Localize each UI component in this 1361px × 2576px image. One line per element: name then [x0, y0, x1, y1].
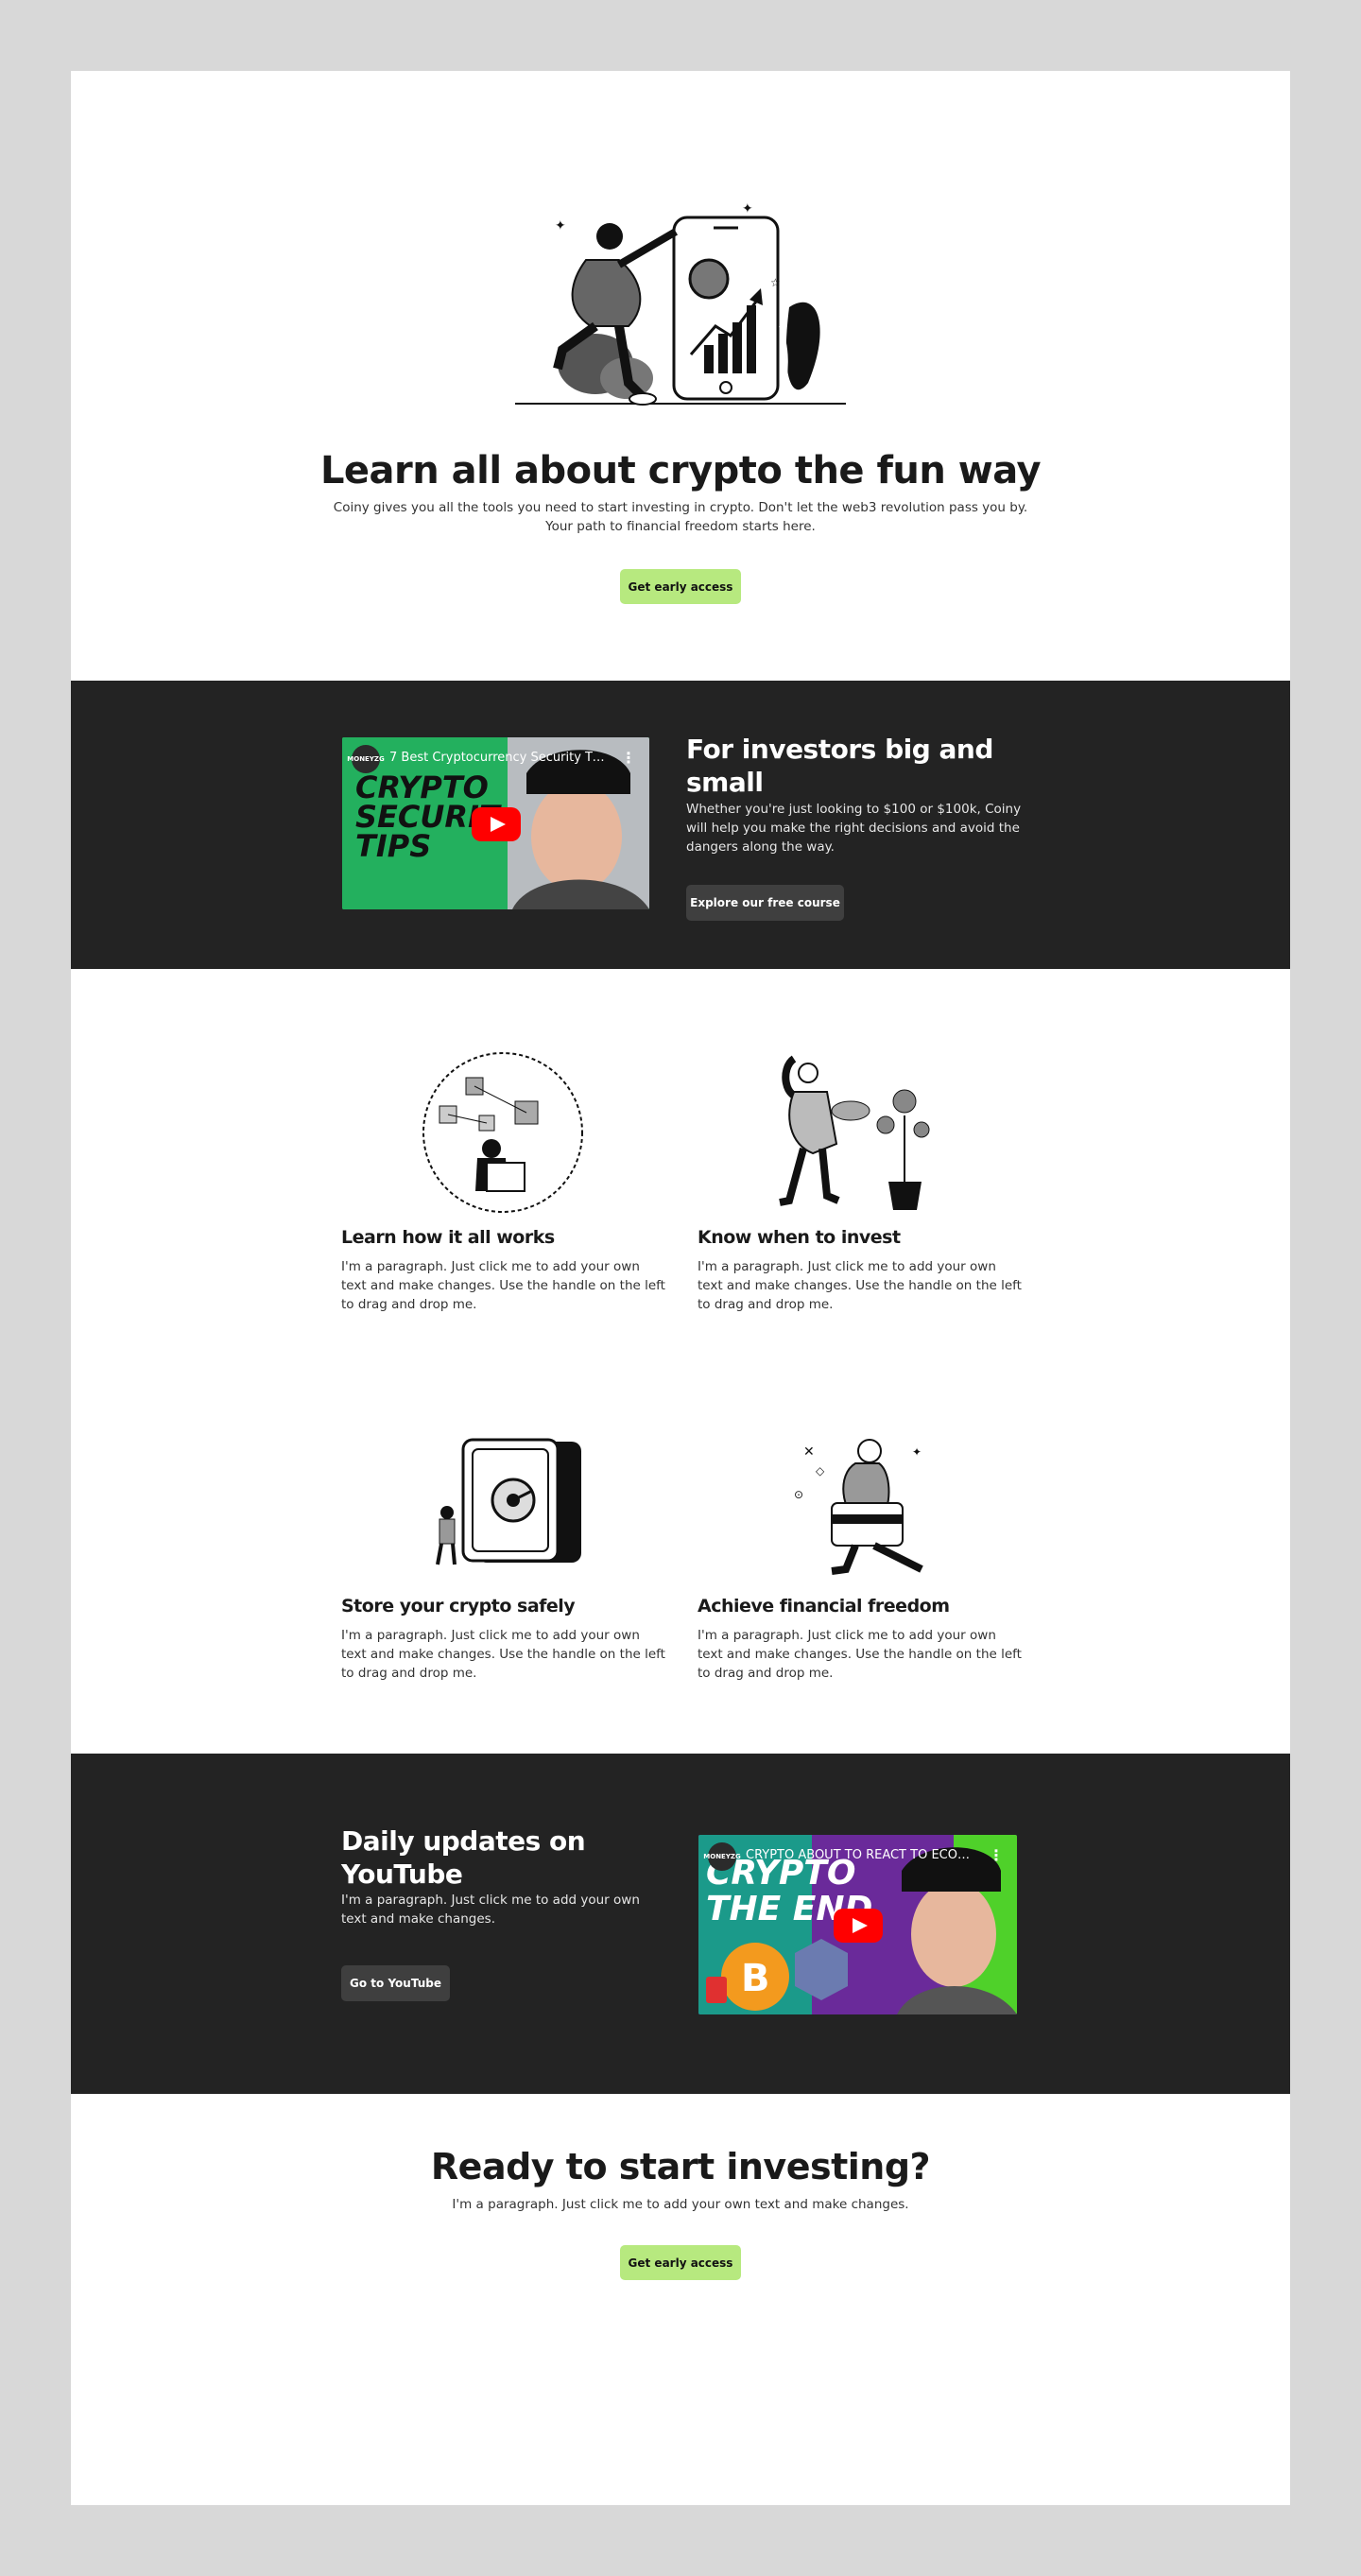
- channel-logo: MONEYZG: [703, 1842, 741, 1871]
- learn-illustration: [422, 1052, 583, 1213]
- safe-storage-illustration: [436, 1438, 581, 1565]
- feature-1-title: Learn how it all works: [341, 1227, 555, 1248]
- feature-1-text: I'm a paragraph. Just click me to add yo…: [341, 1259, 665, 1312]
- video-title[interactable]: 7 Best Cryptocurrency Security Tips Y...: [389, 751, 607, 765]
- svg-text:✦: ✦: [555, 218, 566, 233]
- investors-video[interactable]: CRYPTO SECURIT TIPS MONEYZG 7 Best Crypt…: [342, 737, 649, 909]
- closing-section: Ready to start investing? I'm a paragrap…: [71, 2094, 1290, 2505]
- youtube-title: Daily updates on YouTube: [341, 1825, 586, 1890]
- hero-get-access-button[interactable]: Get early access: [620, 569, 741, 604]
- feature-2-text: I'm a paragraph. Just click me to add yo…: [698, 1259, 1022, 1312]
- youtube-text: I'm a paragraph. Just click me to add yo…: [341, 1893, 640, 1927]
- explore-course-button[interactable]: Explore our free course: [686, 885, 844, 921]
- features-section: Learn how it all works I'm a paragraph. …: [71, 969, 1290, 1754]
- investors-title: For investors big and small: [686, 734, 993, 798]
- hero-section: ✦ ✦ ☆ Learn all about crypto the fun way…: [71, 71, 1290, 681]
- svg-text:✦: ✦: [912, 1445, 922, 1459]
- go-to-youtube-button[interactable]: Go to YouTube: [341, 1965, 450, 2001]
- closing-get-access-button[interactable]: Get early access: [620, 2245, 741, 2280]
- youtube-play-icon[interactable]: [472, 807, 521, 841]
- closing-text: I'm a paragraph. Just click me to add yo…: [452, 2197, 909, 2212]
- feature-4-title: Achieve financial freedom: [698, 1596, 950, 1616]
- feature-3-title: Store your crypto safely: [341, 1596, 576, 1616]
- svg-text:✦: ✦: [742, 201, 753, 216]
- feature-2-title: Know when to invest: [698, 1227, 901, 1248]
- freedom-illustration: ✕ ◇ ⊙ ✦: [794, 1439, 923, 1575]
- hero-illustration: ✦ ✦ ☆: [515, 201, 846, 406]
- hero-title: Learn all about crypto the fun way: [319, 449, 1042, 493]
- page: ✦ ✦ ☆ Learn all about crypto the fun way…: [71, 71, 1290, 2505]
- svg-text:◇: ◇: [816, 1464, 825, 1478]
- kebab-menu-icon[interactable]: ⋮: [621, 749, 636, 767]
- youtube-play-icon[interactable]: [834, 1909, 883, 1943]
- closing-title: Ready to start investing?: [430, 2146, 931, 2187]
- invest-timing-illustration: [779, 1055, 930, 1210]
- feature-3-text: I'm a paragraph. Just click me to add yo…: [341, 1628, 665, 1681]
- svg-text:☆: ☆: [770, 276, 781, 289]
- feature-4-text: I'm a paragraph. Just click me to add yo…: [698, 1628, 1022, 1681]
- youtube-video[interactable]: B CRYPTO THE END MONEYZG CRYPTO ABOUT TO…: [698, 1835, 1017, 2014]
- investors-text: Whether you're just looking to $100 or $…: [686, 802, 1022, 855]
- svg-text:⊙: ⊙: [794, 1488, 803, 1501]
- channel-logo: MONEYZG: [347, 745, 385, 773]
- hero-subtitle: Coiny gives you all the tools you need t…: [333, 500, 1028, 534]
- video-title[interactable]: CRYPTO ABOUT TO REACT TO ECONO...: [746, 1848, 973, 1862]
- svg-text:B: B: [741, 1957, 770, 2000]
- svg-text:✕: ✕: [803, 1444, 815, 1460]
- youtube-section: Daily updates on YouTube I'm a paragraph…: [71, 1754, 1290, 2094]
- investors-section: CRYPTO SECURIT TIPS MONEYZG 7 Best Crypt…: [71, 681, 1290, 969]
- kebab-menu-icon[interactable]: ⋮: [989, 1846, 1004, 1864]
